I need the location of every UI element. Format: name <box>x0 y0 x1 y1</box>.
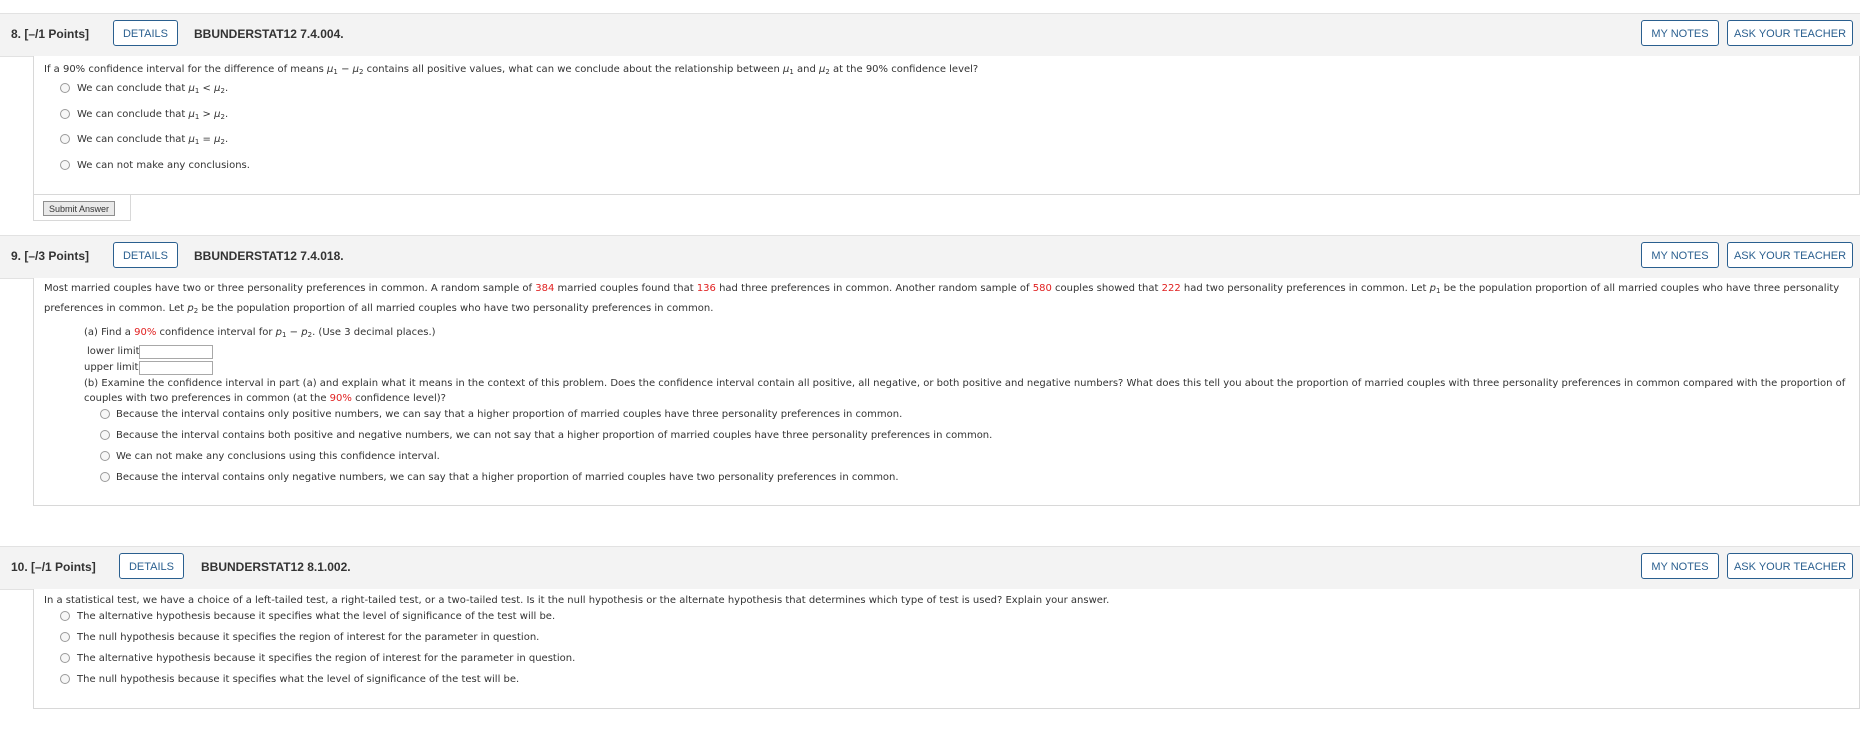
minus-sign: − <box>337 64 353 75</box>
prompt-text: (a) Find a <box>84 327 135 338</box>
details-button[interactable]: DETAILS <box>113 20 178 46</box>
answer-option: Because the interval contains only posit… <box>116 409 903 420</box>
answer-option: We can not make any conclusions using th… <box>116 451 440 462</box>
radio-button[interactable] <box>60 632 70 642</box>
prompt-text: couples with two preferences in common (… <box>84 393 330 404</box>
prompt-text: If a 90% confidence interval for the dif… <box>44 64 328 75</box>
radio-button[interactable] <box>60 160 70 170</box>
radio-button[interactable] <box>100 451 110 461</box>
prompt-text: at the 90% confidence level? <box>829 64 979 75</box>
my-notes-button[interactable]: MY NOTES <box>1641 20 1719 46</box>
prompt-text: and <box>793 64 819 75</box>
ask-your-teacher-button[interactable]: ASK YOUR TEACHER <box>1727 242 1853 268</box>
answer-option: Because the interval contains both posit… <box>116 430 993 441</box>
question-9-prompt-line-2: preferences in common. Let p2 be the pop… <box>44 303 713 315</box>
prompt-text: confidence level)? <box>351 393 446 404</box>
part-b-prompt-line-2: couples with two preferences in common (… <box>84 393 446 405</box>
question-8-header: 8. [–/1 Points] DETAILS BBUNDERSTAT12 7.… <box>0 13 1860 57</box>
answer-option: We can conclude that μ1 = μ2. <box>77 134 228 146</box>
my-notes-button[interactable]: MY NOTES <box>1641 242 1719 268</box>
relation-sign: > <box>199 109 215 120</box>
question-number: 9. <box>11 249 22 263</box>
prompt-text: had two personality preferences in commo… <box>1180 283 1430 294</box>
prompt-text: married couples found that <box>554 283 697 294</box>
question-9-number: 9. [–/3 Points] <box>11 249 89 263</box>
question-10-header: 10. [–/1 Points] DETAILS BBUNDERSTAT12 8… <box>0 546 1860 590</box>
prompt-text: be the population proportion of all marr… <box>1440 283 1840 294</box>
question-points: [–/1 Points] <box>31 560 96 574</box>
part-b-prompt-line-1: (b) Examine the confidence interval in p… <box>84 378 1846 389</box>
relation-sign: < <box>199 83 215 94</box>
relation-sign: = <box>199 134 215 145</box>
option-text: We can conclude that <box>77 83 189 94</box>
random-value: 222 <box>1161 283 1181 294</box>
my-notes-button[interactable]: MY NOTES <box>1641 553 1719 579</box>
details-button[interactable]: DETAILS <box>113 242 178 268</box>
question-code: BBUNDERSTAT12 7.4.004. <box>194 27 344 41</box>
lower-limit-input[interactable] <box>139 345 213 359</box>
radio-button[interactable] <box>60 83 70 93</box>
random-value: 384 <box>535 283 555 294</box>
prompt-text: had three preferences in common. Another… <box>715 283 1033 294</box>
upper-limit-label: upper limit <box>84 362 139 373</box>
answer-option: Because the interval contains only negat… <box>116 472 899 483</box>
prompt-text: . (Use 3 decimal places.) <box>312 327 436 338</box>
radio-button[interactable] <box>60 611 70 621</box>
answer-option: The null hypothesis because it specifies… <box>77 674 520 685</box>
option-text: We can conclude that <box>77 134 189 145</box>
radio-button[interactable] <box>100 472 110 482</box>
answer-option: The alternative hypothesis because it sp… <box>77 653 576 664</box>
question-9-prompt-line-1: Most married couples have two or three p… <box>44 283 1839 295</box>
question-points: [–/3 Points] <box>24 249 90 263</box>
upper-limit-input[interactable] <box>139 361 213 375</box>
question-8-prompt: If a 90% confidence interval for the dif… <box>44 64 978 76</box>
radio-button[interactable] <box>100 409 110 419</box>
minus-sign: − <box>286 327 302 338</box>
period: . <box>224 109 229 120</box>
lower-limit-label: lower limit <box>87 346 140 357</box>
answer-option: We can not make any conclusions. <box>77 160 250 171</box>
prompt-text: contains all positive values, what can w… <box>363 64 783 75</box>
question-code: BBUNDERSTAT12 7.4.018. <box>194 249 344 263</box>
period: . <box>224 134 229 145</box>
radio-button[interactable] <box>100 430 110 440</box>
radio-button[interactable] <box>60 653 70 663</box>
prompt-text: confidence interval for <box>156 327 276 338</box>
random-value: 136 <box>696 283 716 294</box>
confidence-level: 90% <box>134 327 157 338</box>
question-number: 8. <box>11 27 22 41</box>
question-10-panel <box>33 589 1860 709</box>
question-number: 10. <box>11 560 28 574</box>
random-value: 580 <box>1032 283 1052 294</box>
ask-your-teacher-button[interactable]: ASK YOUR TEACHER <box>1727 20 1853 46</box>
prompt-text: Most married couples have two or three p… <box>44 283 536 294</box>
prompt-text: couples showed that <box>1051 283 1162 294</box>
details-button[interactable]: DETAILS <box>119 553 184 579</box>
answer-option: We can conclude that μ1 > μ2. <box>77 109 228 121</box>
prompt-text: preferences in common. Let <box>44 303 188 314</box>
confidence-level: 90% <box>329 393 352 404</box>
question-8-number: 8. [–/1 Points] <box>11 27 89 41</box>
period: . <box>224 83 229 94</box>
answer-option: The null hypothesis because it specifies… <box>77 632 540 643</box>
submit-answer-button[interactable]: Submit Answer <box>43 201 116 216</box>
answer-option: We can conclude that μ1 < μ2. <box>77 83 228 95</box>
part-a-prompt: (a) Find a 90% confidence interval for p… <box>84 327 436 339</box>
option-text: We can conclude that <box>77 109 189 120</box>
question-code: BBUNDERSTAT12 8.1.002. <box>201 560 351 574</box>
question-9-header: 9. [–/3 Points] DETAILS BBUNDERSTAT12 7.… <box>0 235 1860 279</box>
radio-button[interactable] <box>60 134 70 144</box>
question-10-prompt: In a statistical test, we have a choice … <box>44 595 1110 606</box>
question-10-number: 10. [–/1 Points] <box>11 560 96 574</box>
prompt-text: be the population proportion of all marr… <box>198 303 714 314</box>
radio-button[interactable] <box>60 109 70 119</box>
answer-option: The alternative hypothesis because it sp… <box>77 611 556 622</box>
question-8-panel <box>33 56 1860 195</box>
ask-your-teacher-button[interactable]: ASK YOUR TEACHER <box>1727 553 1853 579</box>
radio-button[interactable] <box>60 674 70 684</box>
question-points: [–/1 Points] <box>24 27 90 41</box>
